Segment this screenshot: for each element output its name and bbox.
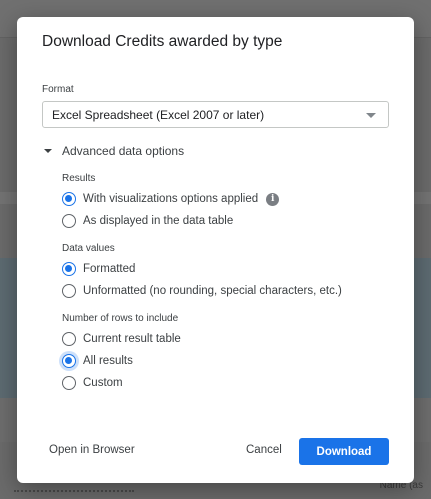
radio-label: Custom — [83, 377, 123, 389]
chevron-down-icon — [366, 113, 376, 118]
radio-custom[interactable]: Custom — [62, 375, 123, 391]
open-in-browser-button[interactable]: Open in Browser — [49, 444, 135, 456]
radio-label: All results — [83, 355, 133, 367]
radio-current-result-table[interactable]: Current result table — [62, 331, 181, 347]
rows-label: Number of rows to include — [62, 313, 179, 324]
format-select[interactable]: Excel Spreadsheet (Excel 2007 or later) — [42, 101, 389, 128]
radio-label: Current result table — [83, 333, 181, 345]
format-select-value: Excel Spreadsheet (Excel 2007 or later) — [52, 108, 265, 122]
advanced-options-label: Advanced data options — [62, 144, 185, 158]
radio-label: Formatted — [83, 263, 136, 275]
radio-button[interactable] — [62, 376, 76, 390]
cancel-button[interactable]: Cancel — [246, 444, 282, 456]
download-dialog: Download Credits awarded by type Format … — [17, 17, 414, 483]
radio-label: Unformatted (no rounding, special charac… — [83, 285, 342, 297]
radio-as-displayed[interactable]: As displayed in the data table — [62, 213, 233, 229]
background-dotted-line — [14, 490, 134, 495]
radio-button[interactable] — [62, 332, 76, 346]
data-values-label: Data values — [62, 243, 115, 254]
radio-button-checked[interactable] — [62, 354, 76, 368]
radio-all-results[interactable]: All results — [62, 353, 133, 369]
radio-with-visualizations[interactable]: With visualizations options applied i — [62, 191, 280, 207]
info-icon[interactable]: i — [266, 192, 280, 206]
radio-button[interactable] — [62, 284, 76, 298]
radio-label: As displayed in the data table — [83, 215, 234, 227]
advanced-options-toggle[interactable]: Advanced data options — [44, 143, 184, 159]
results-label: Results — [62, 173, 96, 184]
radio-button-checked[interactable] — [62, 262, 76, 276]
radio-formatted[interactable]: Formatted — [62, 261, 135, 277]
radio-unformatted[interactable]: Unformatted (no rounding, special charac… — [62, 283, 342, 299]
format-label: Format — [42, 84, 74, 95]
radio-button[interactable] — [62, 214, 76, 228]
dialog-title: Download Credits awarded by type — [42, 33, 283, 50]
triangle-down-icon — [44, 149, 52, 153]
download-button[interactable]: Download — [299, 438, 389, 465]
radio-label: With visualizations options applied — [83, 193, 259, 205]
radio-button-checked[interactable] — [62, 192, 76, 206]
